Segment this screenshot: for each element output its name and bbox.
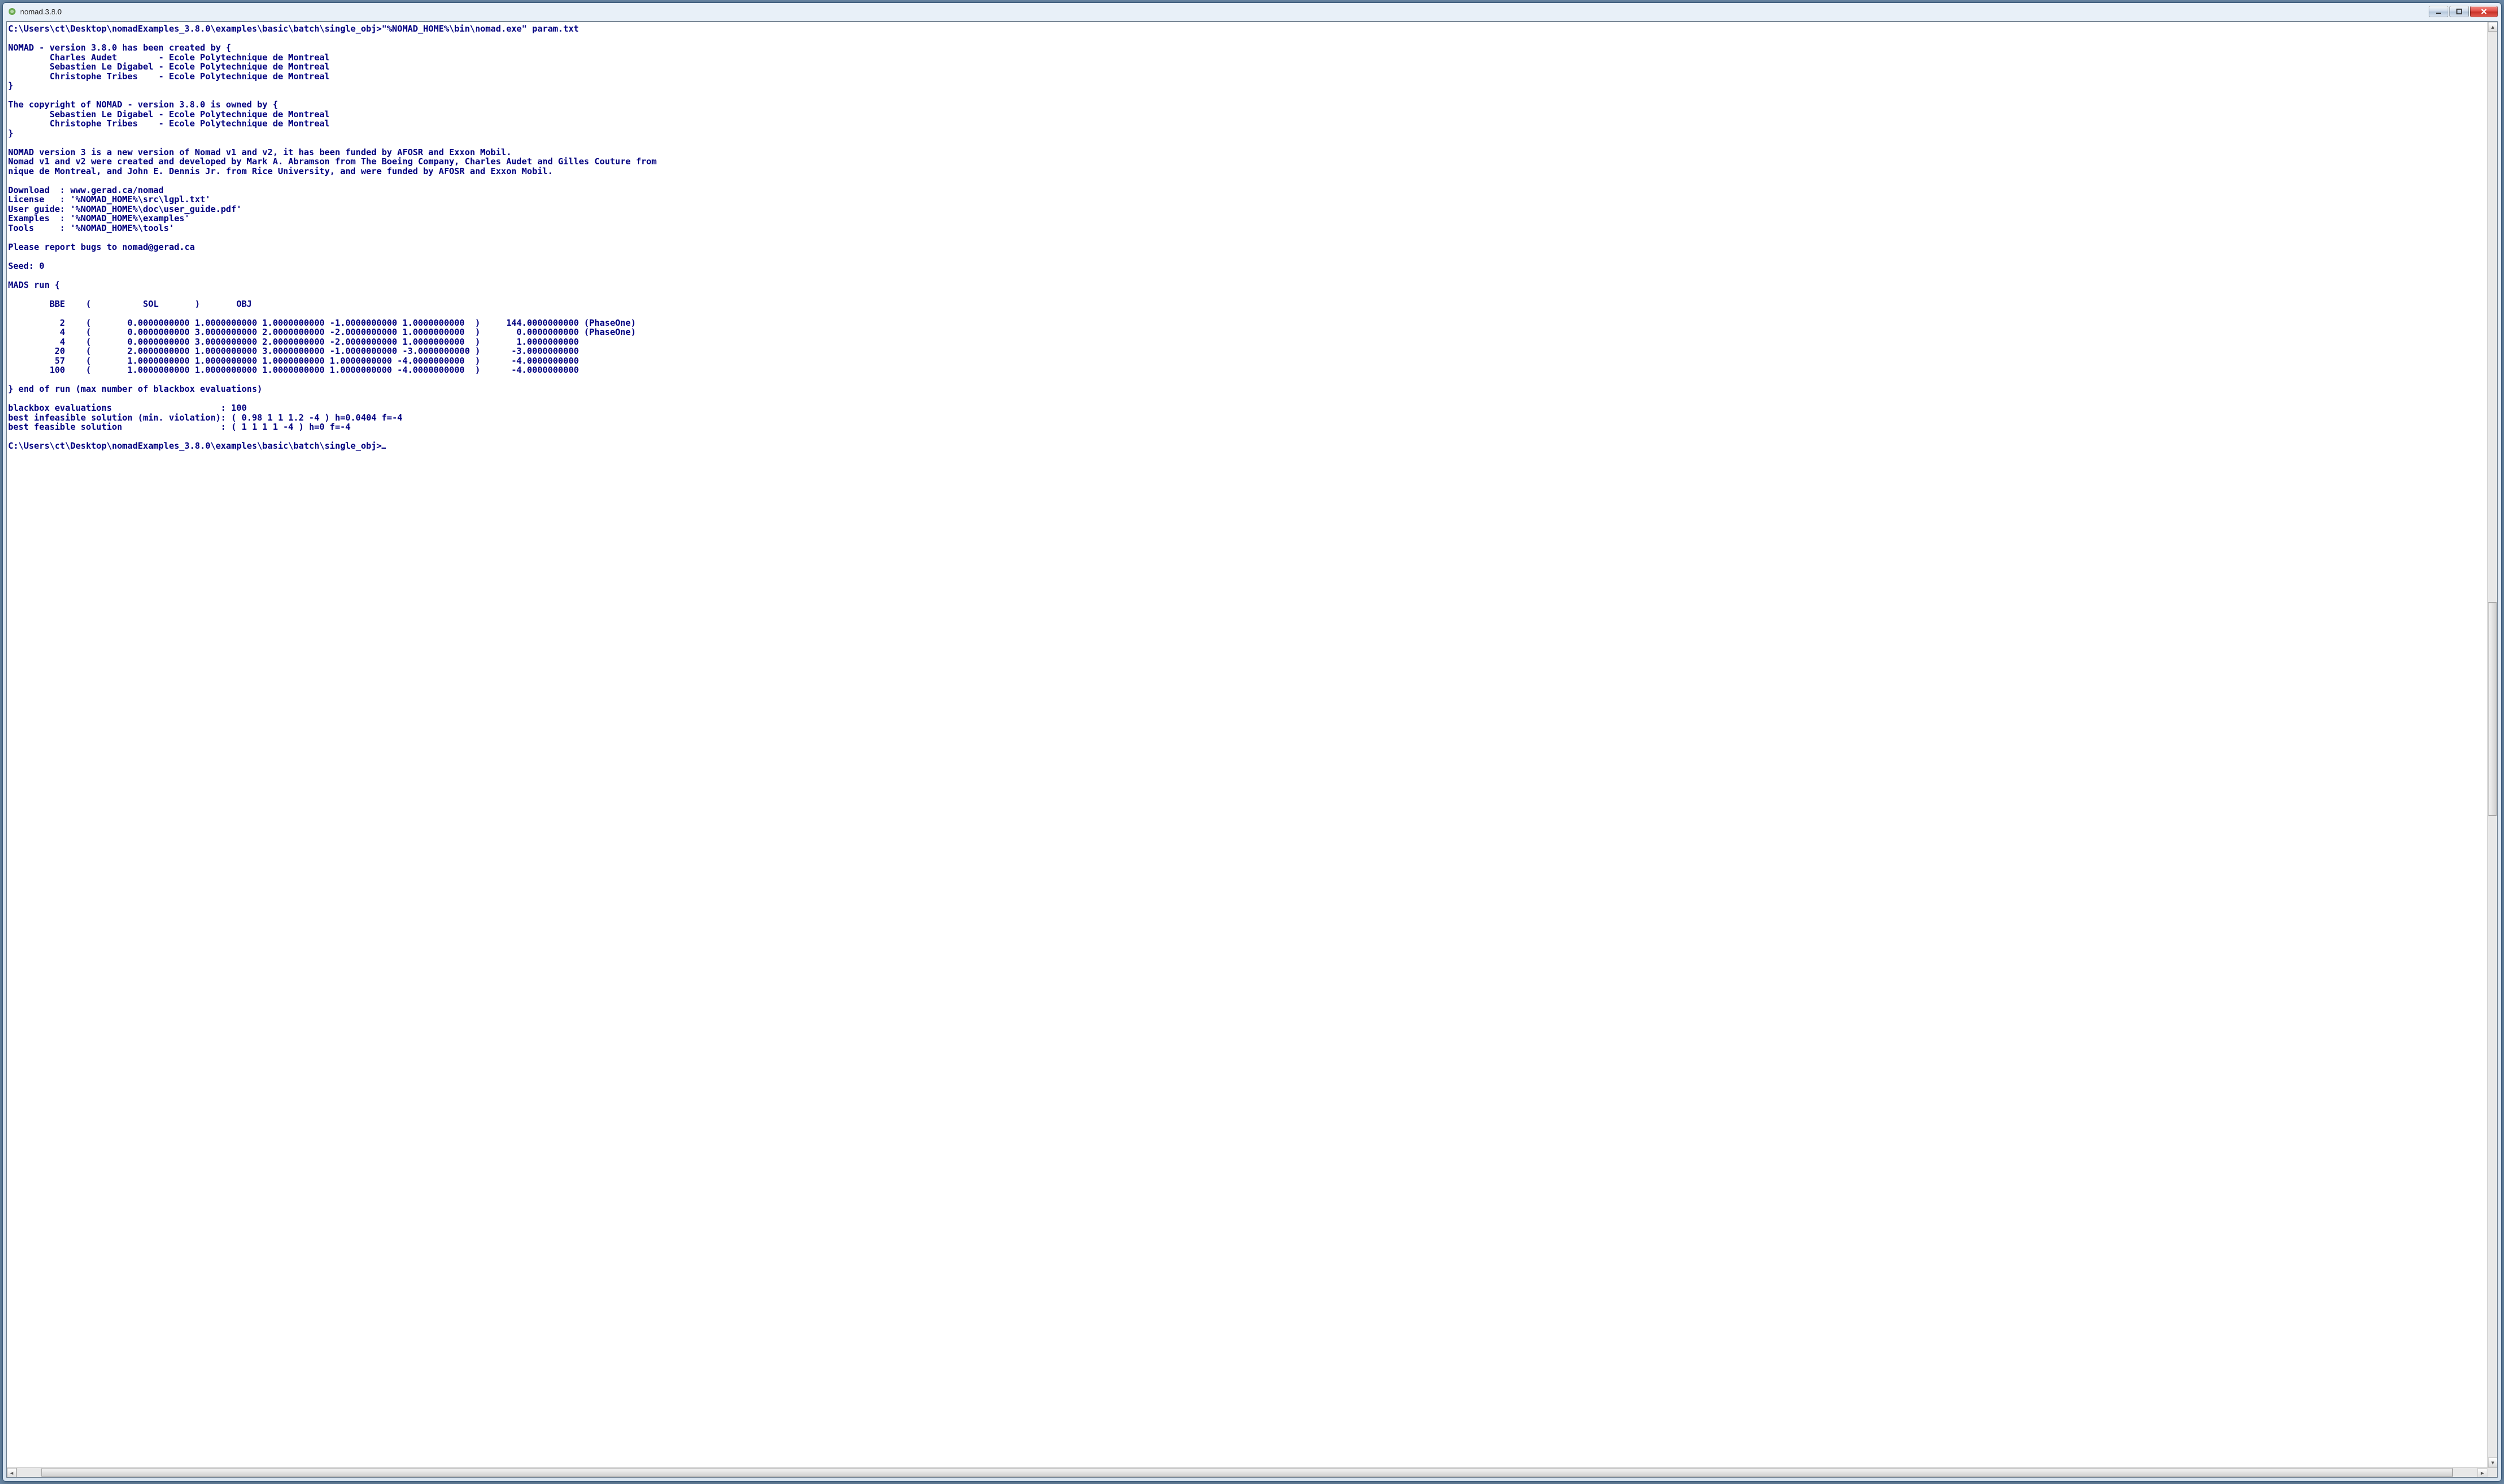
scroll-right-button[interactable]: ►	[2478, 1468, 2487, 1478]
scroll-up-button[interactable]: ▲	[2488, 22, 2497, 32]
window-controls	[2429, 6, 2498, 17]
cursor	[382, 448, 386, 449]
horizontal-scrollbar[interactable]: ◄ ►	[7, 1467, 2497, 1477]
client-area: C:\Users\ct\Desktop\nomadExamples_3.8.0\…	[6, 21, 2498, 1478]
horizontal-scroll-thumb[interactable]	[41, 1468, 2453, 1477]
titlebar[interactable]: nomad.3.8.0	[3, 3, 2501, 21]
app-icon	[7, 7, 17, 16]
vertical-scroll-thumb[interactable]	[2488, 602, 2497, 816]
close-button[interactable]	[2470, 6, 2498, 17]
scroll-down-button[interactable]: ▼	[2488, 1458, 2497, 1467]
vertical-scrollbar[interactable]: ▲ ▼	[2487, 22, 2497, 1467]
window-title: nomad.3.8.0	[20, 7, 2429, 16]
horizontal-scroll-track[interactable]	[17, 1468, 2478, 1477]
vertical-scroll-track[interactable]	[2488, 32, 2497, 1458]
terminal-output[interactable]: C:\Users\ct\Desktop\nomadExamples_3.8.0\…	[7, 22, 2487, 1467]
scroll-left-button[interactable]: ◄	[7, 1468, 17, 1478]
maximize-button[interactable]	[2449, 6, 2469, 17]
terminal-viewport: C:\Users\ct\Desktop\nomadExamples_3.8.0\…	[7, 22, 2497, 1467]
app-window: nomad.3.8.0 C:\Users\ct\Desktop\nomadExa…	[2, 2, 2502, 1482]
scrollbar-corner	[2487, 1468, 2497, 1478]
minimize-button[interactable]	[2429, 6, 2448, 17]
